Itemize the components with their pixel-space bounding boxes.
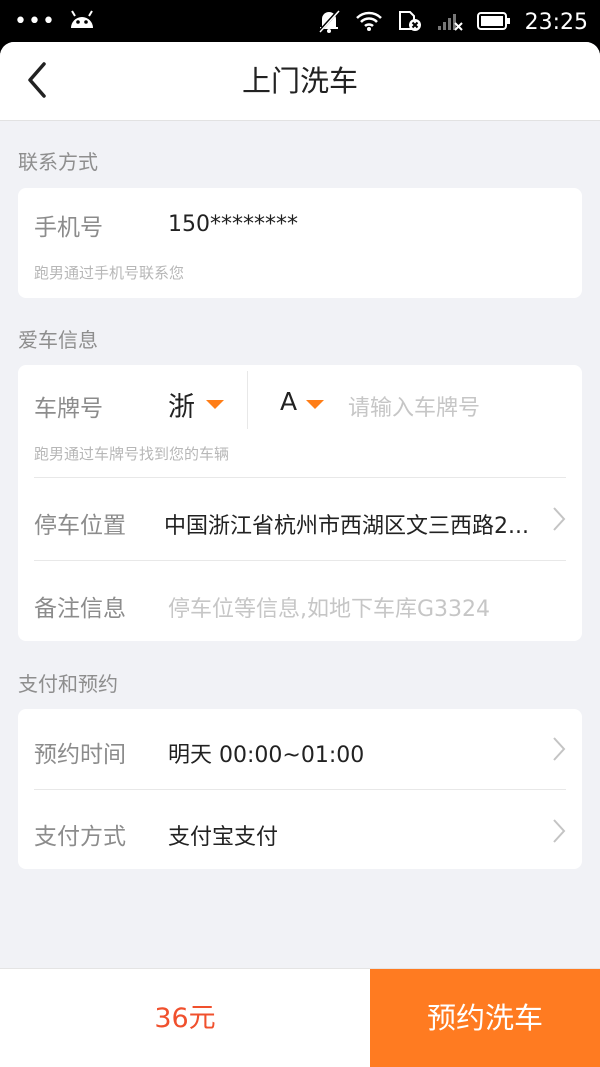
section-label-car: 爱车信息 xyxy=(18,328,98,352)
chevron-right-icon xyxy=(553,737,566,761)
payment-method-value: 支付宝支付 xyxy=(168,825,279,850)
letter-value: A xyxy=(280,387,298,416)
plate-number-input[interactable]: 请输入车牌号 xyxy=(348,390,480,422)
payment-card: 预约时间 明天 00:00~01:00 支付方式 支付宝支付 xyxy=(18,709,582,869)
plate-hint: 跑男通过车牌号找到您的车辆 xyxy=(34,445,230,463)
contact-card: 手机号 150******** 跑男通过手机号联系您 xyxy=(18,188,582,298)
silent-bell-icon xyxy=(317,8,341,38)
chevron-right-icon xyxy=(553,507,566,531)
android-icon xyxy=(68,10,96,34)
letter-dropdown-icon xyxy=(306,400,324,409)
status-bar: ••• 23:25 xyxy=(0,0,600,42)
phone-field[interactable]: 150******** xyxy=(168,212,298,237)
screen: ••• 23:25 上门洗车 联系方式 手机号 150******** 跑男通过… xyxy=(0,0,600,1067)
booking-time-row[interactable]: 预约时间 明天 00:00~01:00 xyxy=(18,709,582,789)
page-title: 上门洗车 xyxy=(241,64,358,98)
parking-value: 中国浙江省杭州市西湖区文三西路2... xyxy=(164,514,529,539)
booking-time-value: 明天 00:00~01:00 xyxy=(168,743,365,768)
notification-dots: ••• xyxy=(14,9,56,34)
section-label-contact: 联系方式 xyxy=(18,150,98,174)
parking-location-row[interactable]: 停车位置 中国浙江省杭州市西湖区文三西路2... xyxy=(18,478,582,560)
province-dropdown-icon xyxy=(206,400,224,409)
province-value: 浙 xyxy=(168,392,195,423)
section-label-payment: 支付和预约 xyxy=(18,672,118,696)
back-button[interactable] xyxy=(18,58,62,102)
app-body: 上门洗车 联系方式 手机号 150******** 跑男通过手机号联系您 爱车信… xyxy=(0,42,600,1067)
note-input[interactable]: 停车位等信息,如地下车库G3324 xyxy=(168,591,490,623)
battery-icon xyxy=(476,11,511,35)
signal-icon xyxy=(437,10,463,36)
row-divider xyxy=(34,560,566,561)
plate-divider xyxy=(247,371,248,429)
nav-bar: 上门洗车 xyxy=(0,42,600,121)
book-car-wash-button[interactable]: 预约洗车 xyxy=(370,969,600,1067)
status-left: ••• xyxy=(14,10,96,34)
letter-selector[interactable]: A xyxy=(276,379,332,425)
wifi-icon xyxy=(355,10,383,36)
chevron-right-icon xyxy=(553,819,566,843)
car-card: 车牌号 浙 A 请输入车牌号 跑男通过车牌号找到您的车辆 停车位置 中国浙江省杭… xyxy=(18,365,582,641)
phone-hint: 跑男通过手机号联系您 xyxy=(34,264,185,282)
back-chevron-icon xyxy=(28,62,46,98)
sim-disabled-icon xyxy=(397,9,423,37)
payment-method-row[interactable]: 支付方式 支付宝支付 xyxy=(18,790,582,869)
phone-label: 手机号 xyxy=(34,215,103,241)
booking-time-label: 预约时间 xyxy=(34,742,126,768)
bottom-bar: 36元 预约洗车 xyxy=(0,968,600,1067)
parking-label: 停车位置 xyxy=(34,513,126,539)
payment-method-label: 支付方式 xyxy=(34,824,126,850)
plate-label: 车牌号 xyxy=(34,396,103,422)
price-label: 36元 xyxy=(154,1003,216,1034)
note-label: 备注信息 xyxy=(34,596,126,622)
status-right: 23:25 xyxy=(317,8,588,38)
status-time: 23:25 xyxy=(524,10,588,35)
province-selector[interactable]: 浙 xyxy=(164,379,230,425)
